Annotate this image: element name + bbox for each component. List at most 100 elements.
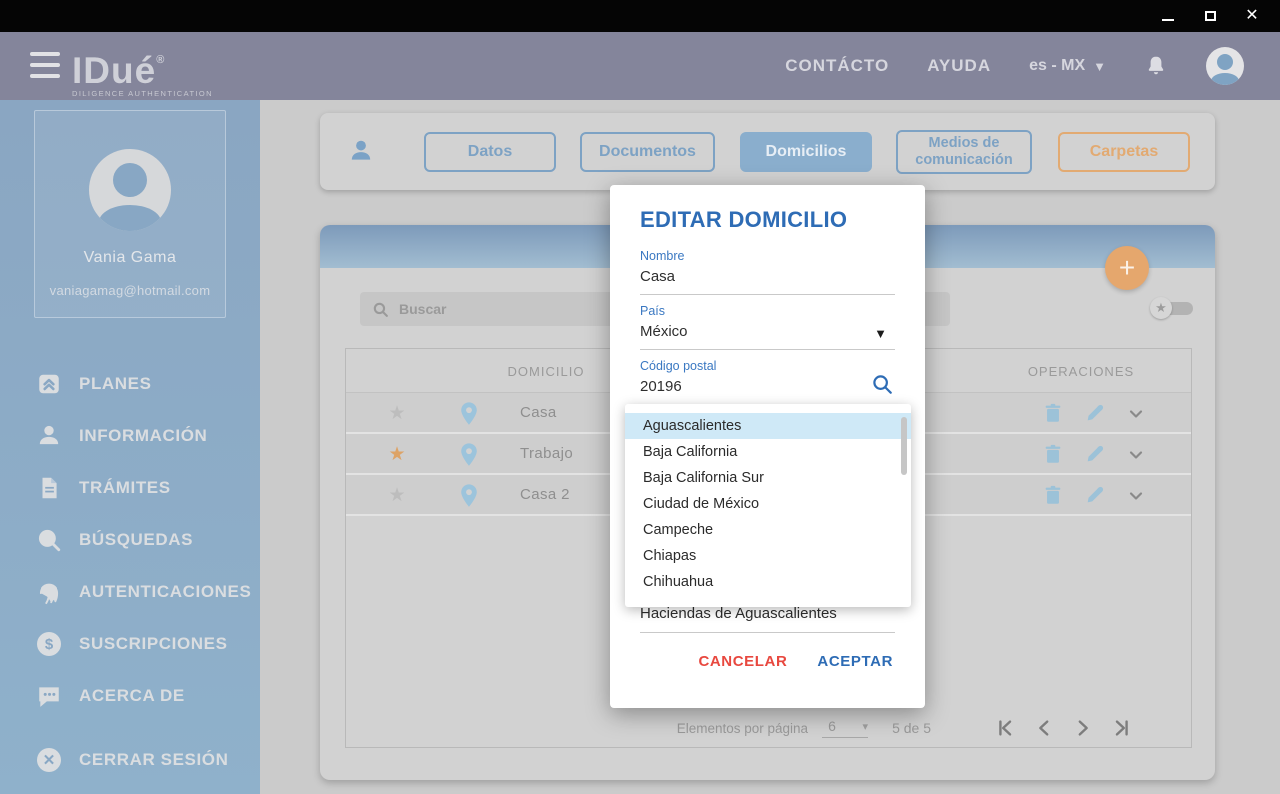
chevron-down-icon[interactable] (1126, 445, 1146, 465)
codigo-postal-label: Código postal (640, 359, 895, 373)
sidebar-item-label: INFORMACIÓN (79, 426, 207, 446)
chevron-down-icon[interactable] (1126, 486, 1146, 506)
tab-datos[interactable]: Datos (424, 132, 556, 172)
dropdown-option[interactable]: Ciudad de México (625, 491, 911, 517)
nav-help-link[interactable]: AYUDA (927, 56, 991, 76)
colonia-field[interactable]: Haciendas de Aguascalientes (640, 605, 895, 633)
dropdown-option[interactable]: Chiapas (625, 543, 911, 569)
user-avatar[interactable] (1206, 47, 1244, 85)
tab-domicilios[interactable]: Domicilios (740, 132, 872, 172)
chat-icon (36, 683, 62, 709)
edit-icon[interactable] (1084, 443, 1106, 467)
sidebar-item-acerca-de[interactable]: ACERCA DE (0, 670, 260, 722)
favorite-star-icon[interactable]: ★ (386, 402, 408, 425)
chevron-down-icon[interactable] (1126, 404, 1146, 424)
nombre-field[interactable]: Nombre Casa (640, 249, 895, 295)
modal-title: EDITAR DOMICILIO (640, 207, 895, 233)
accept-button[interactable]: ACEPTAR (817, 653, 893, 670)
next-page-button[interactable] (1072, 717, 1094, 739)
postal-search-icon[interactable] (871, 373, 893, 395)
dropdown-option[interactable]: Baja California (625, 439, 911, 465)
tab-documentos[interactable]: Documentos (580, 132, 715, 172)
header-nav: CONTÁCTO AYUDA es - MX ▼ (785, 32, 1280, 100)
app-header: IDué® DILIGENCE AUTHENTICATION CONTÁCTO … (0, 32, 1280, 100)
close-circle-icon: ✕ (36, 747, 62, 773)
cancel-button[interactable]: CANCELAR (698, 653, 787, 670)
fingerprint-icon (36, 579, 62, 605)
maximize-button[interactable] (1196, 4, 1224, 28)
search-icon (36, 527, 62, 553)
sidebar-item-autenticaciones[interactable]: AUTENTICACIONES (0, 566, 260, 618)
dropdown-option[interactable]: Campeche (625, 517, 911, 543)
pagination: Elementos por página 6 ▾ 5 de 5 (346, 709, 1191, 747)
sidebar-item-busquedas[interactable]: BÚSQUEDAS (0, 514, 260, 566)
caret-down-icon: ▼ (874, 326, 887, 341)
sidebar: Vania Gama vaniagamag@hotmail.com PLANES… (0, 100, 260, 794)
delete-icon[interactable] (1042, 402, 1064, 426)
domicilio-name: Trabajo (520, 445, 573, 462)
location-pin-icon (458, 442, 480, 468)
close-button[interactable]: ✕ (1238, 4, 1266, 28)
domicilio-name: Casa (520, 404, 557, 421)
minimize-icon (1162, 19, 1174, 21)
notifications-bell-icon[interactable] (1144, 54, 1168, 78)
codigo-postal-value[interactable]: 20196 (640, 378, 895, 395)
edit-icon[interactable] (1084, 402, 1106, 426)
previous-page-button[interactable] (1033, 717, 1055, 739)
editar-domicilio-modal: EDITAR DOMICILIO Nombre Casa País México… (610, 185, 925, 708)
page-size-select[interactable]: 6 ▾ (822, 718, 868, 738)
profile-section-icon (348, 138, 374, 165)
sidebar-item-label: PLANES (79, 374, 152, 394)
tab-medios-de-comunicacion[interactable]: Medios de comunicación (896, 130, 1032, 174)
dropdown-scrollbar[interactable] (901, 417, 907, 475)
colonia-value[interactable]: Haciendas de Aguascalientes (640, 605, 895, 622)
codigo-postal-field[interactable]: Código postal 20196 (640, 359, 895, 405)
location-pin-icon (458, 483, 480, 509)
first-page-button[interactable] (994, 717, 1016, 739)
minimize-button[interactable] (1154, 4, 1182, 28)
location-pin-icon (458, 401, 480, 427)
window-titlebar: ✕ (0, 0, 1280, 32)
profile-avatar (89, 149, 171, 231)
add-domicilio-button[interactable]: + (1105, 246, 1149, 290)
edit-icon[interactable] (1084, 484, 1106, 508)
sidebar-item-cerrar-sesion[interactable]: ✕ CERRAR SESIÓN (0, 734, 229, 786)
sidebar-item-label: SUSCRIPCIONES (79, 634, 228, 654)
modal-actions: CANCELAR ACEPTAR (610, 653, 925, 670)
language-value: es - MX (1029, 57, 1085, 75)
dropdown-option[interactable]: Aguascalientes (625, 413, 911, 439)
nombre-value[interactable]: Casa (640, 268, 895, 285)
user-card: Vania Gama vaniagamag@hotmail.com (34, 110, 226, 318)
last-page-button[interactable] (1111, 717, 1133, 739)
sidebar-item-label: BÚSQUEDAS (79, 530, 193, 550)
close-icon: ✕ (1245, 8, 1258, 24)
nav-contact-link[interactable]: CONTÁCTO (785, 56, 889, 76)
pais-field[interactable]: País México ▼ (640, 304, 895, 350)
sidebar-item-suscripciones[interactable]: $ SUSCRIPCIONES (0, 618, 260, 670)
nombre-label: Nombre (640, 249, 895, 263)
plans-icon (36, 371, 62, 397)
dropdown-option[interactable]: Baja California Sur (625, 465, 911, 491)
sidebar-item-informacion[interactable]: INFORMACIÓN (0, 410, 260, 462)
caret-down-icon: ▾ (863, 720, 869, 733)
delete-icon[interactable] (1042, 484, 1064, 508)
sidebar-item-label: ACERCA DE (79, 686, 185, 706)
sidebar-item-planes[interactable]: PLANES (0, 358, 260, 410)
column-header-domicilio: DOMICILIO (496, 364, 596, 379)
dropdown-option[interactable]: Chihuahua (625, 569, 911, 595)
favorites-filter-toggle[interactable]: ★ (1150, 296, 1194, 320)
favorite-star-icon[interactable]: ★ (386, 443, 408, 466)
app-logo: IDué® DILIGENCE AUTHENTICATION (72, 40, 213, 98)
tab-carpetas[interactable]: Carpetas (1058, 132, 1190, 172)
sidebar-nav: PLANES INFORMACIÓN TRÁMITES BÚSQUEDAS (0, 358, 260, 722)
favorite-star-icon[interactable]: ★ (386, 484, 408, 507)
user-email: vaniagamag@hotmail.com (35, 283, 225, 298)
menu-icon[interactable] (30, 52, 60, 78)
language-selector[interactable]: es - MX ▼ (1029, 57, 1106, 75)
document-icon (36, 475, 62, 501)
delete-icon[interactable] (1042, 443, 1064, 467)
pais-value[interactable]: México (640, 323, 895, 340)
sidebar-item-tramites[interactable]: TRÁMITES (0, 462, 260, 514)
page-range: 5 de 5 (892, 720, 931, 736)
app-window: ✕ IDué® DILIGENCE AUTHENTICATION CONTÁCT… (0, 0, 1280, 794)
